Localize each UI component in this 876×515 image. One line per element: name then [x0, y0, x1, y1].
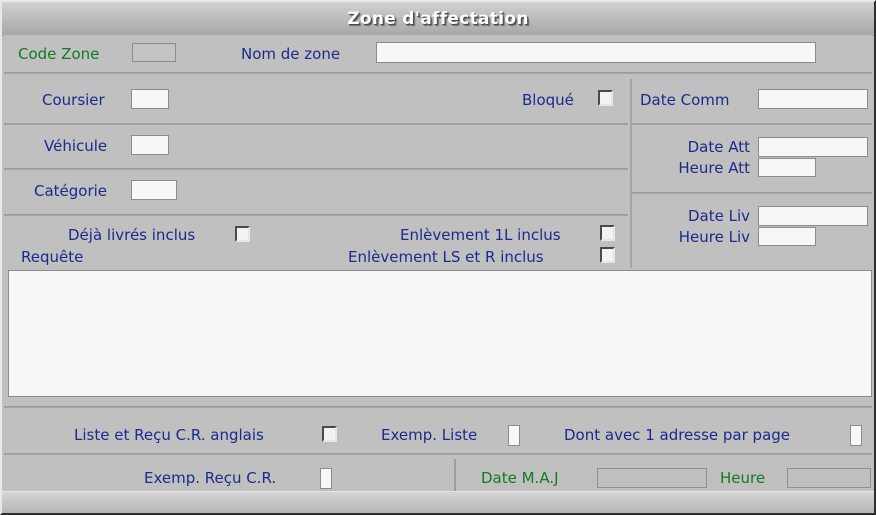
- exemp-liste-input[interactable]: [508, 425, 520, 446]
- heure-input: [787, 468, 871, 488]
- bottom-options-divider: [4, 453, 872, 455]
- requete-label: Requête: [21, 248, 84, 266]
- bloque-checkbox[interactable]: [598, 90, 613, 106]
- heure-label: Heure: [720, 469, 766, 487]
- coursier-input[interactable]: [131, 89, 169, 109]
- coursier-divider: [4, 123, 628, 125]
- coursier-group: Coursier Bloqué: [4, 79, 628, 123]
- date-comm-divider: [632, 123, 872, 125]
- vehicule-input[interactable]: [131, 135, 169, 155]
- date-liv-group: Date Liv Heure Liv: [632, 196, 872, 248]
- liste-recu-anglais-label: Liste et Reçu C.R. anglais: [74, 426, 264, 444]
- date-comm-group: Date Comm: [632, 79, 872, 123]
- deja-livres-inclus-label: Déjà livrés inclus: [68, 226, 196, 244]
- bottom-options-row2: Exemp. Reçu C.R. Date M.A.J Heure: [4, 457, 872, 494]
- code-zone-label: Code Zone: [18, 45, 100, 63]
- date-att-group: Date Att Heure Att: [632, 126, 872, 178]
- exemp-recu-cr-label: Exemp. Reçu C.R.: [144, 469, 277, 487]
- inclusions-group: Déjà livrés inclus Enlèvement 1L inclus …: [4, 218, 628, 268]
- exemp-recu-cr-input[interactable]: [320, 468, 332, 489]
- vehicule-label: Véhicule: [44, 137, 108, 155]
- date-att-divider: [632, 192, 872, 194]
- enlevement-ls-et-r-inclus-label: Enlèvement LS et R inclus: [348, 248, 544, 266]
- categorie-divider: [4, 214, 628, 216]
- enlevement-ls-et-r-inclus-checkbox[interactable]: [600, 247, 615, 263]
- header-panel: Code Zone Nom de zone: [4, 35, 872, 72]
- bottom-options-row1: Liste et Reçu C.R. anglais Exemp. Liste …: [4, 413, 872, 453]
- enlevement-1l-inclus-label: Enlèvement 1L inclus: [400, 226, 561, 244]
- date-comm-label: Date Comm: [640, 91, 730, 109]
- deja-livres-inclus-checkbox[interactable]: [235, 226, 250, 242]
- dont-avec-1-adresse-par-page-input[interactable]: [850, 425, 862, 446]
- dont-avec-1-adresse-par-page-label: Dont avec 1 adresse par page: [564, 426, 791, 444]
- date-liv-input[interactable]: [758, 206, 868, 226]
- heure-att-input[interactable]: [758, 158, 816, 177]
- window-title: Zone d'affectation: [347, 8, 529, 29]
- date-liv-label: Date Liv: [687, 207, 750, 225]
- nom-de-zone-input[interactable]: [376, 42, 816, 63]
- categorie-label: Catégorie: [34, 182, 108, 200]
- vehicule-divider: [4, 168, 628, 170]
- enlevement-1l-inclus-checkbox[interactable]: [600, 225, 615, 241]
- date-maj-label: Date M.A.J: [481, 469, 559, 487]
- categorie-input[interactable]: [131, 180, 177, 200]
- coursier-label: Coursier: [42, 91, 105, 109]
- vehicule-group: Véhicule: [4, 126, 628, 168]
- date-maj-input: [597, 468, 707, 488]
- window-titlebar: Zone d'affectation: [2, 2, 874, 36]
- heure-liv-label: Heure Liv: [678, 228, 750, 246]
- status-bar: [2, 491, 874, 513]
- heure-liv-input[interactable]: [758, 227, 816, 246]
- exemp-liste-label: Exemp. Liste: [381, 426, 478, 444]
- nom-de-zone-label: Nom de zone: [241, 45, 341, 63]
- date-comm-input[interactable]: [758, 89, 868, 109]
- bottom-row-separator: [454, 459, 456, 491]
- date-att-label: Date Att: [687, 138, 750, 156]
- categorie-group: Catégorie: [4, 172, 628, 214]
- bloque-label: Bloqué: [522, 91, 574, 109]
- liste-recu-anglais-checkbox[interactable]: [322, 426, 337, 442]
- date-att-input[interactable]: [758, 137, 868, 157]
- requete-divider: [4, 406, 872, 408]
- code-zone-input[interactable]: [132, 43, 176, 62]
- requete-textarea[interactable]: [8, 270, 872, 397]
- heure-att-label: Heure Att: [678, 159, 750, 177]
- zone-affectation-window: Zone d'affectation Code Zone Nom de zone…: [0, 0, 876, 515]
- header-divider: [4, 72, 872, 74]
